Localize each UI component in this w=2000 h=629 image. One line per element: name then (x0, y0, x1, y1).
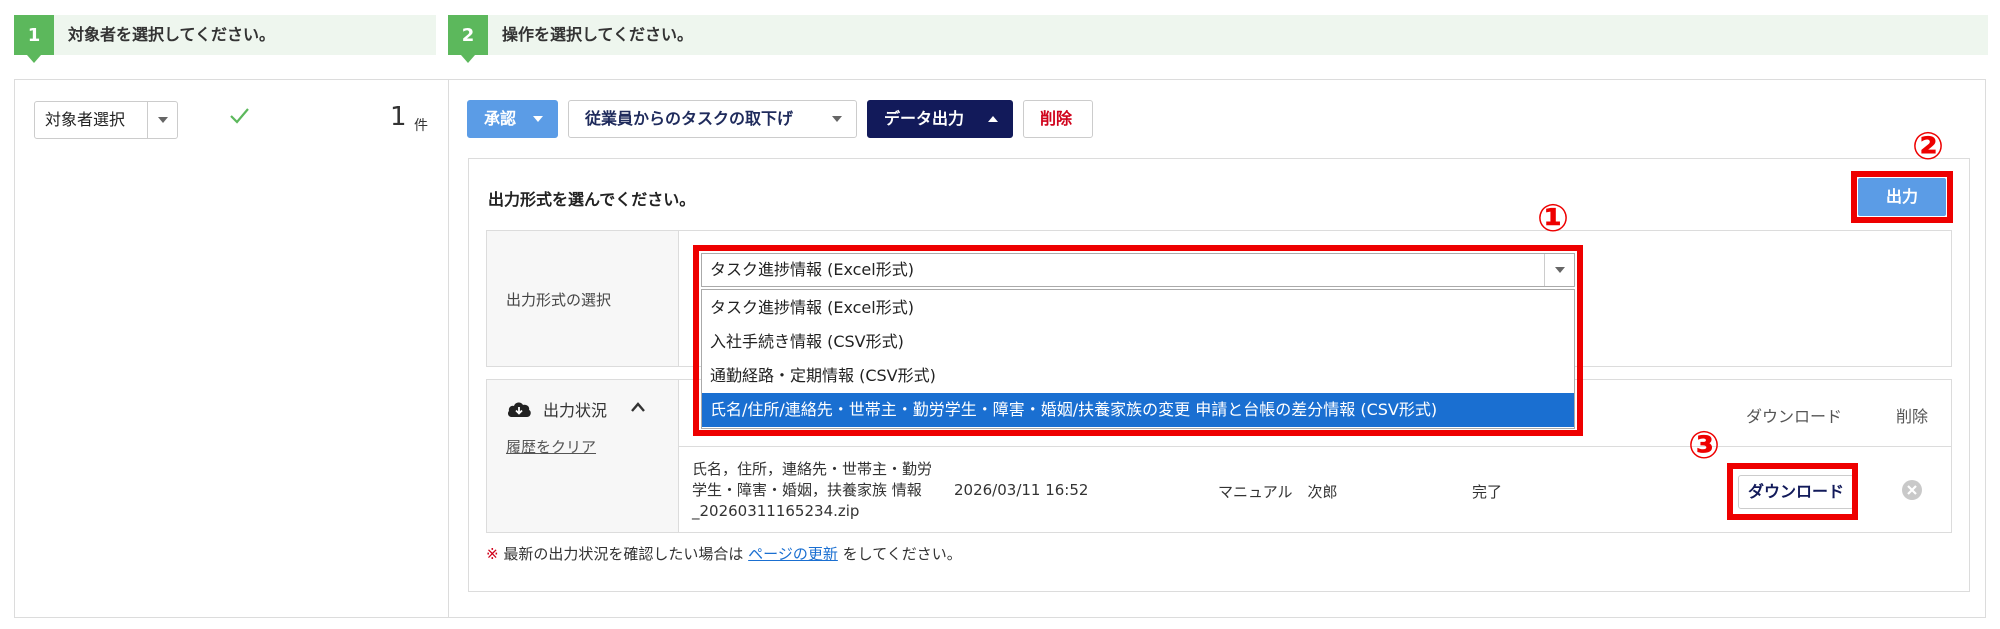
target-select-dropdown[interactable]: 対象者選択 (34, 101, 178, 139)
export-label: データ出力 (884, 109, 965, 128)
approve-label: 承認 (484, 109, 517, 128)
export-panel-heading: 出力形式を選んでください。 (488, 190, 696, 209)
highlight-box-1 (693, 245, 1583, 436)
cloud-download-icon (508, 402, 531, 417)
check-icon (230, 108, 249, 124)
chevron-up-icon[interactable] (630, 401, 646, 413)
annotation-badge-1: ① (1537, 196, 1570, 240)
status-title: 出力状況 (543, 401, 608, 420)
chevron-down-icon (157, 117, 168, 123)
annotation-badge-3: ③ (1688, 423, 1721, 467)
step-2-header: 2 操作を選択してください。 (448, 15, 1988, 63)
highlight-box-2 (1851, 171, 1953, 223)
approve-button[interactable]: 承認 (467, 100, 558, 138)
column-delete: 削除 (1896, 407, 1929, 426)
clear-history-link[interactable]: 履歴をクリア (506, 436, 596, 457)
chevron-up-icon (988, 116, 998, 122)
refresh-note: ※ 最新の出力状況を確認したい場合は ページの更新 をしてください。 (486, 543, 962, 564)
step-1-number: 1 (14, 15, 54, 63)
delete-button[interactable]: 削除 (1023, 100, 1093, 138)
delete-label: 削除 (1040, 109, 1073, 128)
annotation-badge-2: ② (1912, 124, 1945, 168)
export-datetime: 2026/03/11 16:52 (954, 481, 1089, 499)
step-2-number: 2 (448, 15, 488, 63)
note-text-after: をしてください。 (842, 545, 962, 563)
chevron-down-icon (533, 116, 543, 122)
column-divider (448, 79, 449, 618)
target-select-label: 対象者選択 (45, 110, 126, 129)
step-2-label: 操作を選択してください。 (502, 25, 694, 44)
row-separator (679, 446, 1952, 447)
withdraw-label: 従業員からのタスクの取下げ (585, 109, 794, 128)
export-filename: 氏名，住所，連絡先・世帯主・勤労学生・障害・婚姻，扶養家族 情報_2026031… (692, 460, 933, 520)
format-label: 出力形式の選択 (506, 291, 612, 309)
export-state: 完了 (1472, 483, 1503, 501)
step-1-label: 対象者を選択してください。 (68, 25, 276, 44)
note-text-before: 最新の出力状況を確認したい場合は (503, 545, 744, 563)
withdraw-task-button[interactable]: 従業員からのタスクの取下げ (568, 100, 857, 138)
target-select-caret[interactable] (147, 102, 177, 138)
chevron-down-icon (832, 116, 842, 122)
highlight-box-3 (1727, 463, 1858, 520)
selected-count-unit: 件 (414, 118, 428, 134)
step-1-header: 1 対象者を選択してください。 (14, 15, 436, 63)
export-user: マニュアル 次郎 (1218, 483, 1338, 501)
note-mark: ※ (486, 545, 499, 563)
page-refresh-link[interactable]: ページの更新 (748, 545, 838, 563)
data-export-button[interactable]: データ出力 (867, 100, 1013, 138)
remove-icon[interactable] (1901, 479, 1923, 501)
selected-count: 1 (390, 102, 407, 132)
column-download: ダウンロード (1746, 407, 1843, 426)
